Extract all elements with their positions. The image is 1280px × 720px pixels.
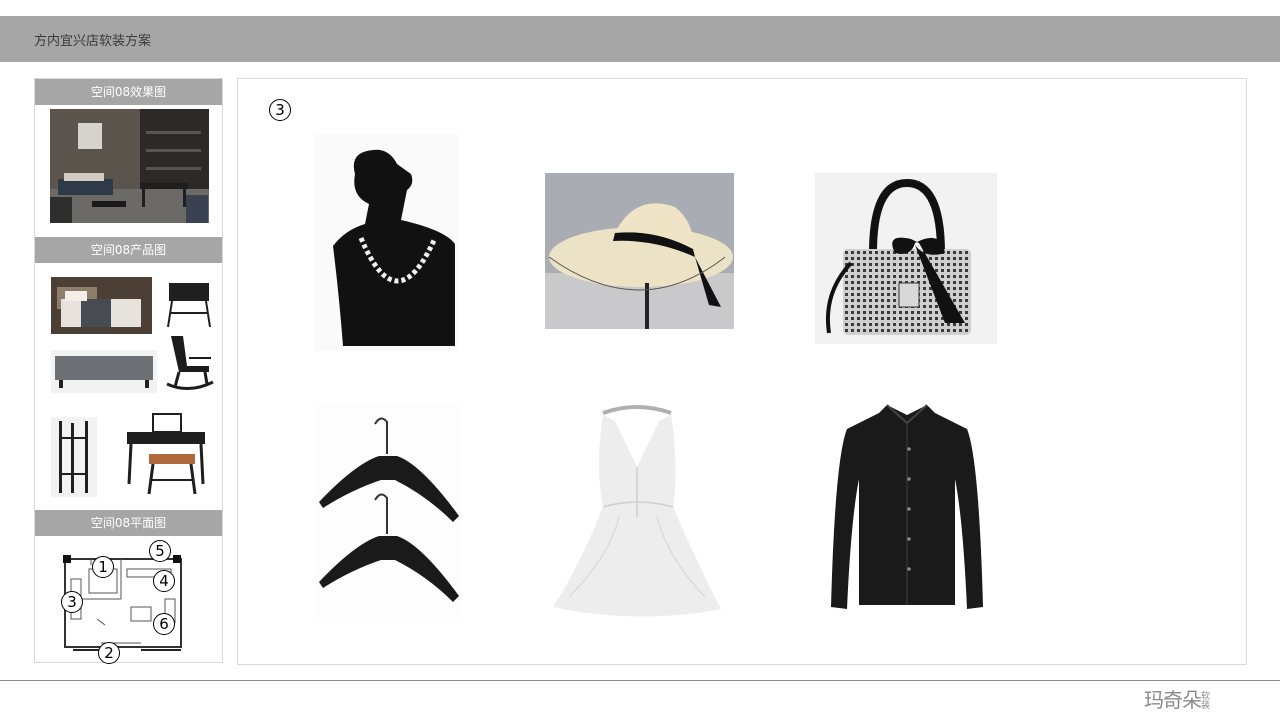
footer-divider <box>0 680 1280 681</box>
brand-logo: 玛奇朵软装 <box>1144 684 1211 713</box>
plan-marker-5[interactable]: 5 <box>149 540 171 562</box>
space-marker: 3 <box>269 99 291 121</box>
coat-rack-thumbnail[interactable] <box>51 417 97 497</box>
section-header-floorplan: 空间08平面图 <box>35 510 222 536</box>
rocking-chair-thumbnail[interactable] <box>165 332 215 394</box>
tweed-handbag-image[interactable] <box>815 173 997 344</box>
rendering-thumbnail[interactable] <box>50 109 209 223</box>
page-title: 方内宜兴店软装方案 <box>34 34 152 49</box>
section-header-rendering: 空间08效果图 <box>35 79 222 105</box>
straw-hat-image[interactable] <box>545 173 734 329</box>
bed-thumbnail[interactable] <box>51 277 152 334</box>
side-table-thumbnail[interactable] <box>165 279 213 329</box>
plan-marker-6[interactable]: 6 <box>153 613 175 635</box>
hangers-image[interactable] <box>315 404 461 622</box>
plan-marker-3[interactable]: 3 <box>61 591 83 613</box>
desk-stool-thumbnail[interactable] <box>125 412 207 498</box>
necklace-bust-image[interactable] <box>315 134 459 351</box>
logo-text: 玛奇朵 <box>1144 688 1202 712</box>
sidebar: 空间08效果图 空间08产品图 空间08平面图 1 2 3 4 5 6 <box>34 78 223 664</box>
header-bar: 方内宜兴店软装方案 <box>0 16 1280 62</box>
plan-marker-4[interactable]: 4 <box>153 570 175 592</box>
plan-marker-1[interactable]: 1 <box>92 556 114 578</box>
bench-thumbnail[interactable] <box>51 350 157 393</box>
section-header-products: 空间08产品图 <box>35 237 222 263</box>
white-dress-image[interactable] <box>549 397 725 621</box>
black-shirt-image[interactable] <box>831 399 983 613</box>
logo-subtext: 软装 <box>1201 691 1210 711</box>
plan-marker-2[interactable]: 2 <box>98 642 120 664</box>
main-panel: 3 <box>237 78 1247 665</box>
